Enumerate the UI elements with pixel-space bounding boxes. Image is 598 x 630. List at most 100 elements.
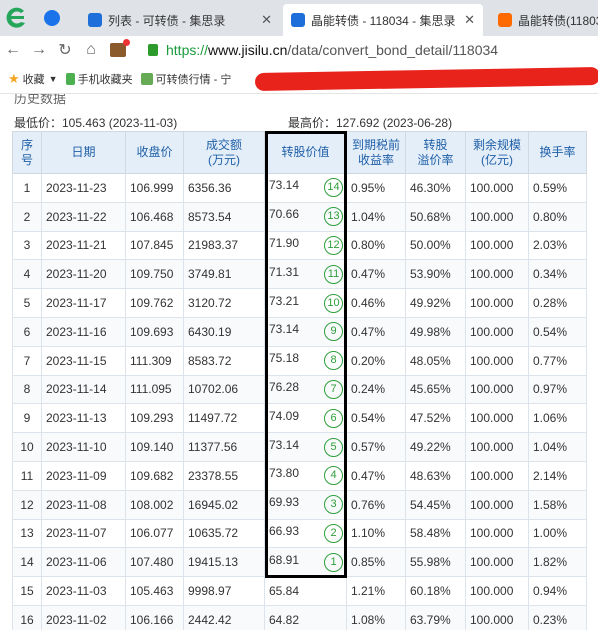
forward-icon[interactable]: → — [26, 41, 52, 59]
home-icon[interactable]: ⌂ — [78, 41, 104, 59]
table-cell: 109.762 — [125, 288, 184, 318]
column-header[interactable]: 转股价值 — [264, 131, 347, 174]
table-cell: 50.68% — [405, 201, 466, 232]
conversion-value: 73.14 — [269, 322, 300, 337]
conversion-value: 75.18 — [269, 351, 300, 366]
table-cell: 0.94% — [528, 576, 587, 606]
table-cell: 1.21% — [346, 576, 406, 606]
phone-icon — [65, 72, 75, 85]
star-icon: ★ — [8, 70, 20, 86]
conversion-value-cell: 71.31 11 — [264, 259, 347, 290]
close-icon[interactable]: ✕ — [261, 12, 272, 28]
table-cell: 4 — [12, 259, 42, 290]
column-header[interactable]: 成交额 (万元) — [183, 131, 265, 174]
table-cell: 19415.13 — [183, 547, 265, 578]
table-cell: 50.00% — [405, 230, 466, 261]
column-header[interactable]: 收盘价 — [125, 131, 184, 174]
bookmark-cb-market[interactable]: 可转债行情 - 宁 — [140, 71, 232, 87]
rank-circle: 9 — [324, 322, 343, 342]
address-bar: ← → ↻ ⌂ https:// www.jisilu.cn /data/con… — [0, 36, 598, 64]
column-header[interactable]: 剩余规模 (亿元) — [465, 131, 529, 174]
conversion-value: 73.14 — [269, 437, 300, 452]
highest-price: 最高价：127.692 (2023-06-28) — [288, 116, 453, 130]
conversion-value-cell: 75.18 8 — [264, 345, 347, 376]
table-cell: 100.000 — [465, 316, 529, 347]
table-cell: 63.79% — [405, 604, 466, 630]
tab-third[interactable]: 晶能转债(118034 — [490, 4, 598, 36]
table-cell: 108.002 — [125, 489, 184, 520]
chevron-down-icon: ▼ — [48, 73, 58, 84]
table-cell: 2023-11-16 — [41, 316, 126, 347]
extension-icon[interactable] — [110, 39, 130, 57]
tab-bond-detail[interactable]: 晶能转债 - 118034 - 集思录 ✕ — [283, 4, 483, 36]
table-cell: 106.999 — [125, 173, 184, 203]
conversion-value-cell: 76.28 7 — [264, 374, 347, 405]
table-cell: 53.90% — [405, 259, 466, 290]
table-cell: 109.750 — [125, 259, 184, 290]
table-cell: 1.82% — [528, 547, 587, 578]
lowest-price: 最低价：105.463 (2023-11-03) — [14, 116, 178, 130]
rank-circle: 6 — [324, 408, 343, 428]
table-cell: 9998.97 — [183, 576, 265, 606]
table-row: 14 2023-11-06 107.480 19415.13 68.91 1 0.85% 55… — [12, 547, 587, 578]
tab-label: 晶能转债 - 118034 - 集思录 — [311, 13, 456, 28]
table-cell: 0.77% — [528, 345, 587, 376]
tab-list[interactable]: 列表 - 可转债 - 集思录 ✕ — [80, 4, 280, 36]
column-header[interactable]: 日期 — [41, 131, 126, 174]
table-cell: 100.000 — [465, 432, 529, 462]
table-row: 7 2023-11-15 111.309 8583.72 75.18 8 0.20% 48.0… — [12, 345, 587, 376]
back-icon[interactable]: ← — [0, 41, 26, 59]
bookmark-favorites[interactable]: ★ 收藏 ▼ — [8, 71, 58, 87]
table-cell: 8573.54 — [183, 201, 265, 232]
table-cell: 0.47% — [346, 460, 406, 491]
column-header[interactable]: 到期税前 收益率 — [346, 131, 406, 174]
table-cell: 6356.36 — [183, 173, 265, 203]
table-row: 11 2023-11-09 109.682 23378.55 73.80 4 0.47% 48… — [12, 460, 587, 491]
column-header[interactable]: 转股 溢价率 — [405, 131, 466, 174]
table-row: 10 2023-11-10 109.140 11377.56 73.14 5 0.57% 49… — [12, 432, 587, 462]
table-cell: 106.077 — [125, 518, 184, 549]
conversion-value: 68.91 — [269, 552, 300, 567]
conversion-value: 71.90 — [269, 235, 300, 250]
table-cell: 2.03% — [528, 230, 587, 261]
table-cell: 2.14% — [528, 460, 587, 491]
bookmark-label: 可转债行情 - 宁 — [155, 73, 232, 86]
table-cell: 100.000 — [465, 489, 529, 520]
table-cell: 11377.56 — [183, 432, 265, 462]
conversion-value-cell: 73.14 9 — [264, 316, 347, 347]
conversion-value: 66.93 — [269, 523, 300, 538]
bookmark-label: 手机收藏夹 — [77, 73, 133, 86]
conversion-value: 70.66 — [269, 207, 300, 222]
table-cell: 2023-11-06 — [41, 547, 126, 578]
url-field[interactable]: https:// www.jisilu.cn /data/convert_bon… — [148, 42, 498, 58]
table-cell: 109.140 — [125, 432, 184, 462]
table-cell: 2442.42 — [183, 604, 265, 630]
close-icon[interactable]: ✕ — [464, 12, 475, 28]
reload-icon[interactable]: ↻ — [52, 40, 78, 60]
url-path: /data/convert_bond_detail/118034 — [287, 42, 499, 58]
bookmark-mobile[interactable]: 手机收藏夹 — [65, 71, 133, 87]
table-cell: 100.000 — [465, 460, 529, 491]
conversion-value-cell: 68.91 1 — [264, 547, 347, 578]
rank-circle: 8 — [324, 351, 343, 371]
conversion-value: 69.93 — [269, 495, 300, 510]
column-header[interactable]: 换手率 — [528, 131, 587, 174]
column-header[interactable]: 序号 — [12, 131, 42, 174]
table-cell: 58.48% — [405, 518, 466, 549]
table-cell: 6 — [12, 316, 42, 347]
table-cell: 1.58% — [528, 489, 587, 520]
rank-circle: 11 — [324, 264, 343, 284]
conversion-value-cell: 73.21 10 — [264, 288, 347, 318]
table-cell: 0.95% — [346, 173, 406, 203]
rank-circle: 7 — [324, 379, 343, 399]
table-cell: 0.80% — [346, 230, 406, 261]
table-cell: 47.52% — [405, 403, 466, 434]
table-row: 4 2023-11-20 109.750 3749.81 71.31 11 0.47% 53.… — [12, 259, 587, 290]
table-cell: 2023-11-09 — [41, 460, 126, 491]
history-table: 序号日期 收盘价 成交额 (万元) 转股价值 到期税前 收益率 转股 溢价率 剩余规模 (亿元) 换手… — [12, 131, 587, 630]
table-cell: 49.22% — [405, 432, 466, 462]
table-cell: 8583.72 — [183, 345, 265, 376]
navigation-icon[interactable] — [44, 10, 60, 26]
browser-logo-icon[interactable] — [4, 5, 28, 31]
table-cell: 0.97% — [528, 374, 587, 405]
